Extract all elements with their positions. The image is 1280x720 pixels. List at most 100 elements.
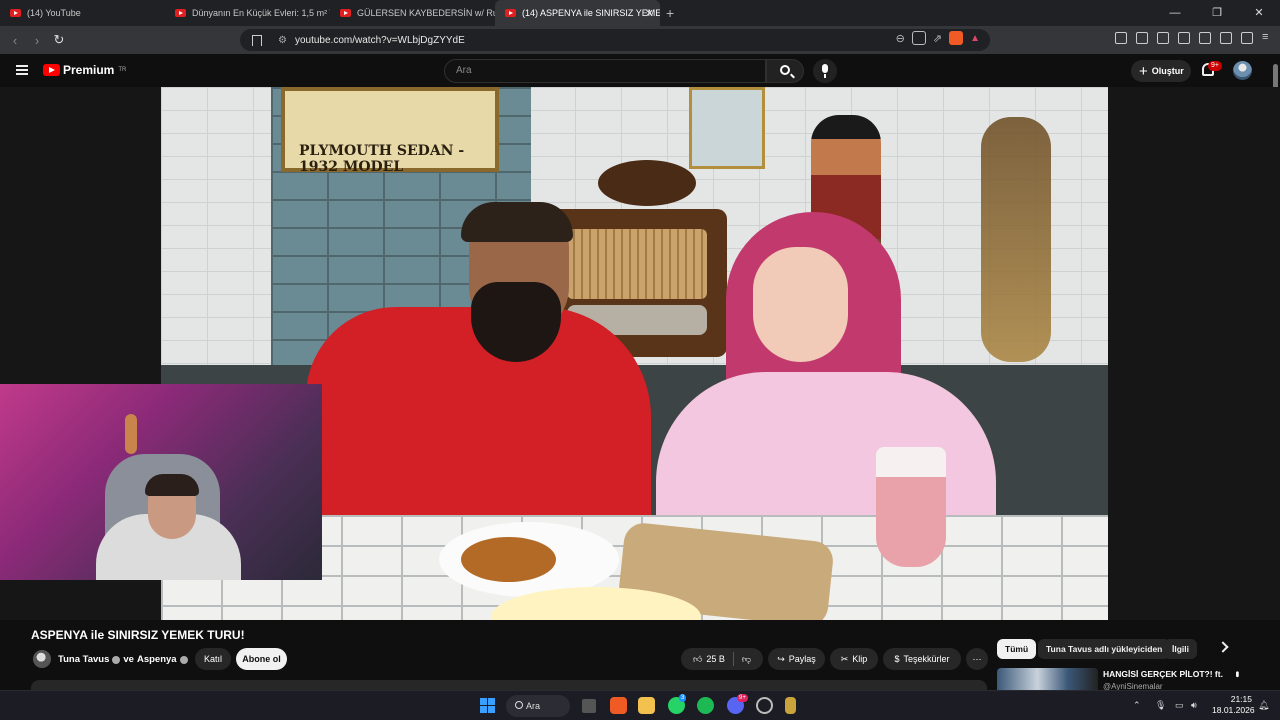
music-icon[interactable] xyxy=(1157,32,1169,44)
taskbar-search[interactable]: Ara xyxy=(506,695,570,717)
tray-chevron-icon[interactable]: ⌃ xyxy=(1133,700,1141,711)
clock-time: 21:15 xyxy=(1230,694,1252,704)
task-view-icon[interactable] xyxy=(582,699,596,713)
browser-menu-icon[interactable]: ≡ xyxy=(1262,32,1274,44)
radio-grill xyxy=(567,229,707,299)
youtube-favicon-icon xyxy=(505,9,516,17)
tab-label: (14) YouTube xyxy=(27,8,81,18)
screenshot-icon[interactable] xyxy=(1136,32,1148,44)
app-icon[interactable] xyxy=(785,697,796,714)
recommended-menu-icon[interactable]: ••• xyxy=(1231,671,1242,676)
chevron-right-icon[interactable] xyxy=(1217,641,1229,653)
verified-icon xyxy=(179,655,188,664)
chip-related[interactable]: İlgili xyxy=(1164,639,1197,659)
waffle xyxy=(461,537,556,582)
join-button[interactable]: Katıl xyxy=(195,648,231,670)
reload-icon[interactable]: ↻ xyxy=(48,32,70,48)
channel-names[interactable]: Tuna Tavus ve Aspenya xyxy=(58,654,188,665)
logo-text: Premium xyxy=(63,63,115,77)
youtube-premium-logo[interactable]: Premium TR xyxy=(43,63,126,77)
recommended-title[interactable]: HANGİSİ GERÇEK PİLOT?! ft. xyxy=(1103,669,1223,679)
tab-aspenya-active[interactable]: (14) ASPENYA ile SINIRSIZ YEMEK ✕ xyxy=(495,0,660,26)
collab-channel-name[interactable]: Aspenya xyxy=(137,654,177,665)
youtube-header: Premium TR Ara + Oluştur xyxy=(0,54,1280,87)
search-input[interactable]: Ara xyxy=(444,59,766,83)
recommended-thumbnail[interactable] xyxy=(997,668,1098,690)
cast-icon[interactable] xyxy=(911,31,926,45)
bookmark-icon[interactable] xyxy=(252,34,262,46)
network-icon[interactable]: ▭ xyxy=(1175,700,1184,711)
create-label: Oluştur xyxy=(1151,66,1184,76)
youtube-favicon-icon xyxy=(175,9,186,17)
wallet-icon[interactable] xyxy=(1199,32,1211,44)
forward-icon[interactable]: › xyxy=(26,33,48,48)
url-text: youtube.com/watch?v=WLbjDgZYYdE xyxy=(294,34,465,46)
close-window-icon[interactable]: ✕ xyxy=(1238,0,1280,26)
search-icon xyxy=(780,65,790,75)
tab-label: (14) ASPENYA ile SINIRSIZ YEMEK xyxy=(522,8,660,18)
tab-youtube-home[interactable]: (14) YouTube xyxy=(0,0,165,26)
site-info-icon[interactable]: ⚙ xyxy=(278,35,287,46)
player-side-right xyxy=(1108,87,1280,620)
address-bar[interactable]: ⚙ youtube.com/watch?v=WLbjDgZYYdE ⊖ ⇗ ▲ xyxy=(240,29,990,51)
close-tab-icon[interactable]: ✕ xyxy=(645,7,654,20)
brave-rewards-icon[interactable]: ▲ xyxy=(970,33,980,44)
more-icon[interactable]: ⋯ xyxy=(966,648,988,670)
youtube-logo-icon xyxy=(43,64,60,76)
windows-icon[interactable] xyxy=(480,698,495,713)
mic-icon[interactable] xyxy=(813,59,837,83)
avatar[interactable] xyxy=(1233,61,1252,80)
logo-region: TR xyxy=(118,67,127,73)
zoom-icon[interactable]: ⊖ xyxy=(896,32,905,45)
dislike-icon[interactable]: 👎︎ xyxy=(742,654,751,665)
brave-shield-icon[interactable] xyxy=(949,31,964,45)
create-button[interactable]: + Oluştur xyxy=(1131,60,1191,82)
like-count[interactable]: 25 B xyxy=(706,654,725,664)
share-label: Paylaş xyxy=(788,654,816,664)
menu-icon[interactable] xyxy=(16,65,28,75)
like-dislike-group: 👍︎ 25 B 👎︎ xyxy=(681,648,763,670)
system-clock[interactable]: 21:15 18.01.2026 xyxy=(1212,694,1255,716)
whatsapp-badge: 3 xyxy=(679,694,687,702)
spotify-icon[interactable] xyxy=(697,697,714,714)
windows-taskbar: Ara 3 9+ ⌃ 🎙︎ ▭ 🔊︎ 21:15 18.01.2026 🔔︎ xyxy=(0,690,1280,720)
sidebar-icon[interactable] xyxy=(1178,32,1190,44)
tab-kucuk-evler[interactable]: Dünyanın En Küçük Evleri: 1,5 m² Tab xyxy=(165,0,330,26)
new-tab-button[interactable]: + xyxy=(666,5,674,21)
chip-from-uploader[interactable]: Tuna Tavus adlı yükleyiciden xyxy=(1038,639,1171,659)
address-bar-actions: ⊖ ⇗ ▲ xyxy=(896,31,980,45)
chip-all[interactable]: Tümü xyxy=(997,639,1037,659)
like-icon[interactable]: 👍︎ xyxy=(693,654,702,665)
tab-label: Dünyanın En Küçük Evleri: 1,5 m² Tab xyxy=(192,8,330,18)
thanks-button[interactable]: $ Teşekkürler xyxy=(883,648,961,670)
volume-icon[interactable]: 🔊︎ xyxy=(1191,700,1197,711)
clip-button[interactable]: ✂ Klip xyxy=(830,648,878,670)
share-page-icon[interactable]: ⇗ xyxy=(933,32,942,45)
thanks-label: Teşekkürler xyxy=(903,654,950,664)
obs-icon[interactable] xyxy=(756,697,773,714)
browser-extensions: ≡ xyxy=(1115,32,1274,44)
channel-joiner: ve xyxy=(123,654,134,665)
notification-center-icon[interactable]: 🔔︎ xyxy=(1258,700,1269,711)
minimize-icon[interactable]: — xyxy=(1154,0,1196,26)
divider xyxy=(732,652,734,666)
tab-gulersen-kaybedersin[interactable]: GÜLERSEN KAYBEDERSİN w/ Rutin D xyxy=(330,0,495,26)
plus-icon: + xyxy=(1139,62,1148,80)
search-button[interactable] xyxy=(766,59,804,83)
milkshake-glass xyxy=(876,447,946,567)
leo-ai-icon[interactable] xyxy=(1220,32,1232,44)
maximize-icon[interactable]: ❐ xyxy=(1196,0,1238,26)
share-button[interactable]: ↪ Paylaş xyxy=(768,648,825,670)
brave-taskbar-icon[interactable] xyxy=(610,697,627,714)
extensions-icon[interactable] xyxy=(1115,32,1127,44)
description-box[interactable] xyxy=(31,680,987,690)
thanks-icon: $ xyxy=(894,654,900,664)
vpn-icon[interactable] xyxy=(1241,32,1253,44)
file-explorer-icon[interactable] xyxy=(638,697,655,714)
subscribe-button[interactable]: Abone ol xyxy=(236,648,287,670)
back-icon[interactable]: ‹ xyxy=(4,33,26,48)
channel-avatar[interactable] xyxy=(33,650,51,668)
video-title: ASPENYA ile SINIRSIZ YEMEK TURU! xyxy=(31,628,245,642)
tray-mic-icon[interactable]: 🎙︎ xyxy=(1155,700,1166,711)
channel-name[interactable]: Tuna Tavus xyxy=(58,654,109,665)
